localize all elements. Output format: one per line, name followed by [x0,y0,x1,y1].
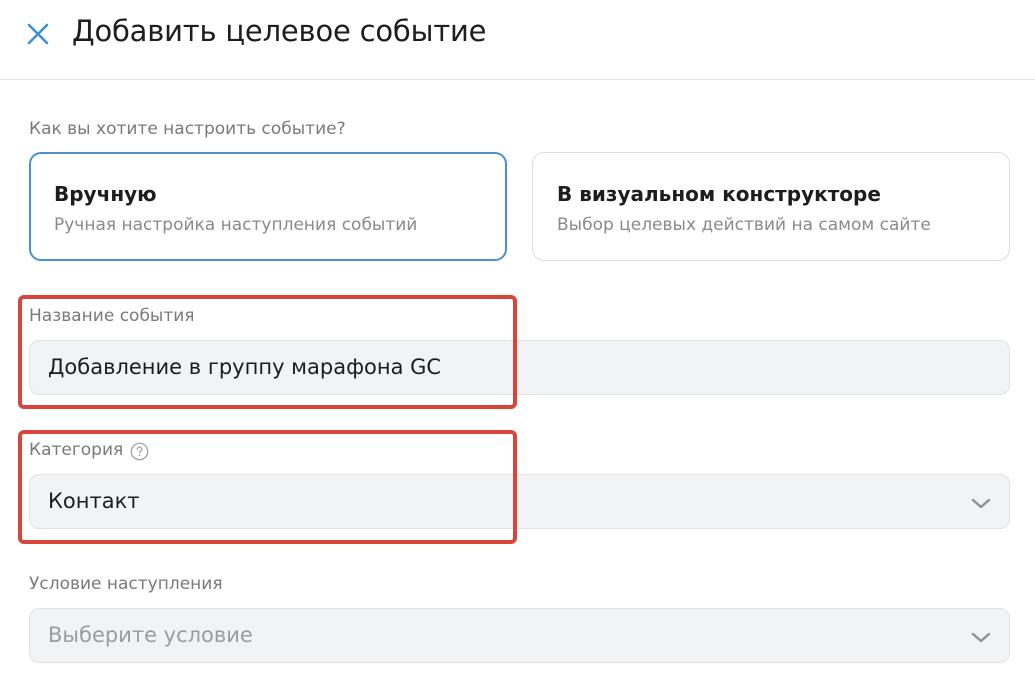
option-manual-subtitle: Ручная настройка наступления событий [54,215,418,235]
category-select[interactable]: Контакт [29,474,1010,529]
event-name-label: Название события [29,306,195,326]
question-circle-icon[interactable] [130,442,149,461]
chevron-down-icon [971,493,991,513]
event-name-value: Добавление в группу марафона GC [48,355,442,379]
condition-placeholder: Выберите условие [48,623,253,647]
option-visual-subtitle: Выбор целевых действий на самом сайте [557,215,931,235]
option-manual[interactable]: Вручную Ручная настройка наступления соб… [29,152,507,261]
option-visual-title: В визуальном конструкторе [557,182,881,206]
event-name-input[interactable]: Добавление в группу марафона GC [29,340,1010,395]
condition-select[interactable]: Выберите условие [29,608,1010,663]
category-label: Категория [29,440,124,460]
condition-label: Условие наступления [29,574,223,594]
category-value: Контакт [48,489,140,513]
page-title: Добавить целевое событие [72,14,487,48]
option-manual-title: Вручную [54,182,157,206]
dialog-header: Добавить целевое событие [0,0,1035,80]
option-visual-builder[interactable]: В визуальном конструкторе Выбор целевых … [532,152,1010,261]
chevron-down-icon [971,627,991,647]
close-icon[interactable] [25,21,51,47]
setup-question: Как вы хотите настроить событие? [29,119,346,139]
